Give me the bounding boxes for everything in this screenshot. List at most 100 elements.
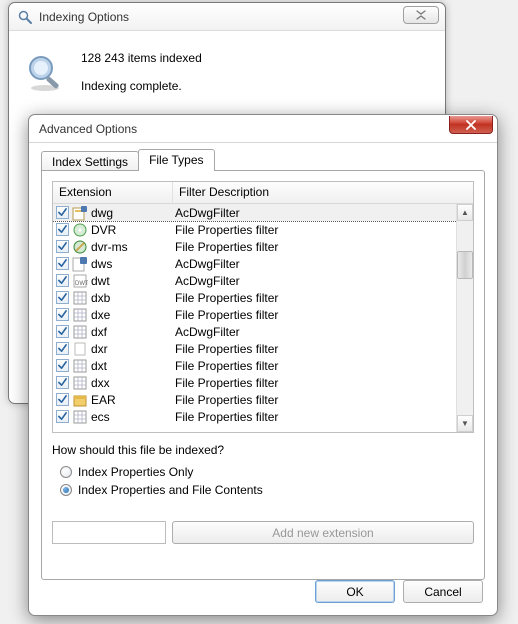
table-row[interactable]: DWTdwtAcDwgFilter [53, 272, 473, 289]
filter-description-text: File Properties filter [173, 359, 473, 373]
file-type-icon [72, 307, 88, 323]
table-row[interactable]: dwg AcDwgFilter [53, 204, 473, 221]
extension-text: dwg [91, 206, 113, 220]
file-type-icon [72, 358, 88, 374]
filter-description-text: AcDwgFilter [173, 206, 473, 220]
checkbox[interactable] [56, 410, 69, 423]
file-type-icon: DWT [72, 273, 88, 289]
table-row[interactable]: dxf AcDwgFilter [53, 323, 473, 340]
filter-description-text: AcDwgFilter [173, 325, 473, 339]
extension-text: DVR [91, 223, 116, 237]
list-header[interactable]: Extension Filter Description [53, 182, 473, 204]
table-row[interactable]: dvr-ms File Properties filter [53, 238, 473, 255]
extension-text: dxe [91, 308, 110, 322]
close-button[interactable] [449, 116, 493, 134]
radio-properties-only[interactable]: Index Properties Only [52, 463, 474, 481]
tab-file-types[interactable]: File Types [138, 149, 214, 171]
table-row[interactable]: dxt File Properties filter [53, 357, 473, 374]
add-extension-row: Add new extension [52, 521, 474, 544]
table-row[interactable]: dxeFile Properties filter [53, 306, 473, 323]
extension-text: EAR [91, 393, 116, 407]
table-row[interactable]: DVR File Properties filter [53, 221, 473, 238]
file-type-icon [72, 290, 88, 306]
checkbox[interactable] [56, 223, 69, 236]
checkbox[interactable] [56, 257, 69, 270]
checkbox[interactable] [56, 206, 69, 219]
tab-panel-file-types: Extension Filter Description dwg AcDwgFil… [41, 170, 485, 580]
checkbox[interactable] [56, 342, 69, 355]
cancel-button[interactable]: Cancel [403, 580, 483, 603]
filter-description-text: AcDwgFilter [173, 257, 473, 271]
file-type-icon [72, 222, 88, 238]
extension-text: ecs [91, 410, 110, 424]
extension-text: dvr-ms [91, 240, 128, 254]
ok-button[interactable]: OK [315, 580, 395, 603]
window-title: Advanced Options [39, 122, 137, 136]
filter-description-text: File Properties filter [173, 223, 473, 237]
checkbox[interactable] [56, 274, 69, 287]
scroll-up-arrow[interactable]: ▲ [457, 204, 473, 221]
table-row[interactable]: dxb File Properties filter [53, 289, 473, 306]
column-extension[interactable]: Extension [53, 182, 173, 203]
file-type-icon [72, 239, 88, 255]
checkbox[interactable] [56, 291, 69, 304]
window-title: Indexing Options [39, 10, 129, 24]
tabs: Index Settings File Types [41, 149, 485, 171]
window-body: 128 243 items indexed Indexing complete. [9, 31, 445, 108]
tab-index-settings[interactable]: Index Settings [41, 151, 139, 171]
filter-description-text: File Properties filter [173, 240, 473, 254]
magnifier-large-icon [23, 51, 67, 96]
scroll-thumb[interactable] [457, 251, 473, 279]
file-type-icon [72, 341, 88, 357]
titlebar[interactable]: Advanced Options [29, 115, 497, 143]
add-new-extension-button[interactable]: Add new extension [172, 521, 474, 544]
checkbox[interactable] [56, 308, 69, 321]
table-row[interactable]: dxx File Properties filter [53, 374, 473, 391]
radio-icon [60, 484, 72, 496]
file-type-icon [72, 256, 88, 272]
file-type-icon [72, 324, 88, 340]
extension-text: dxf [91, 325, 107, 339]
table-row[interactable]: EAR File Properties filter [53, 391, 473, 408]
filter-description-text: AcDwgFilter [173, 274, 473, 288]
new-extension-input[interactable] [52, 521, 166, 544]
dialog-buttons: OK Cancel [315, 580, 483, 603]
scrollbar[interactable]: ▲ ▼ [456, 204, 473, 432]
filter-description-text: File Properties filter [173, 393, 473, 407]
file-type-icon [72, 205, 88, 221]
file-type-icon [72, 409, 88, 425]
checkbox[interactable] [56, 376, 69, 389]
scroll-down-arrow[interactable]: ▼ [457, 415, 473, 432]
table-row[interactable]: ecs File Properties filter [53, 408, 473, 425]
extension-text: dxt [91, 359, 107, 373]
filter-description-text: File Properties filter [173, 376, 473, 390]
extension-text: dxr [91, 342, 108, 356]
filter-description-text: File Properties filter [173, 291, 473, 305]
magnifier-icon [17, 9, 33, 25]
table-row[interactable]: dxrFile Properties filter [53, 340, 473, 357]
advanced-options-window: Advanced Options Index Settings File Typ… [28, 114, 498, 616]
svg-text:DWT: DWT [75, 281, 88, 287]
filter-description-text: File Properties filter [173, 410, 473, 424]
file-types-list: Extension Filter Description dwg AcDwgFil… [52, 181, 474, 433]
extension-text: dxx [91, 376, 110, 390]
radio-icon [60, 466, 72, 478]
extension-text: dws [91, 257, 112, 271]
list-body[interactable]: dwgAcDwgFilterDVRFile Properties filterd… [53, 204, 473, 432]
file-type-icon [72, 375, 88, 391]
window-content: Index Settings File Types Extension Filt… [29, 143, 497, 590]
status-column: 128 243 items indexed Indexing complete. [81, 51, 431, 96]
checkbox[interactable] [56, 240, 69, 253]
checkbox[interactable] [56, 393, 69, 406]
close-button[interactable] [403, 6, 439, 24]
column-filter-description[interactable]: Filter Description [173, 182, 473, 203]
titlebar[interactable]: Indexing Options [9, 3, 445, 31]
checkbox[interactable] [56, 325, 69, 338]
radio-properties-and-contents[interactable]: Index Properties and File Contents [52, 481, 474, 499]
indexing-status-text: Indexing complete. [81, 79, 431, 93]
items-indexed-text: 128 243 items indexed [81, 51, 431, 65]
index-question-label: How should this file be indexed? [52, 443, 474, 457]
table-row[interactable]: dws AcDwgFilter [53, 255, 473, 272]
checkbox[interactable] [56, 359, 69, 372]
extension-text: dxb [91, 291, 110, 305]
